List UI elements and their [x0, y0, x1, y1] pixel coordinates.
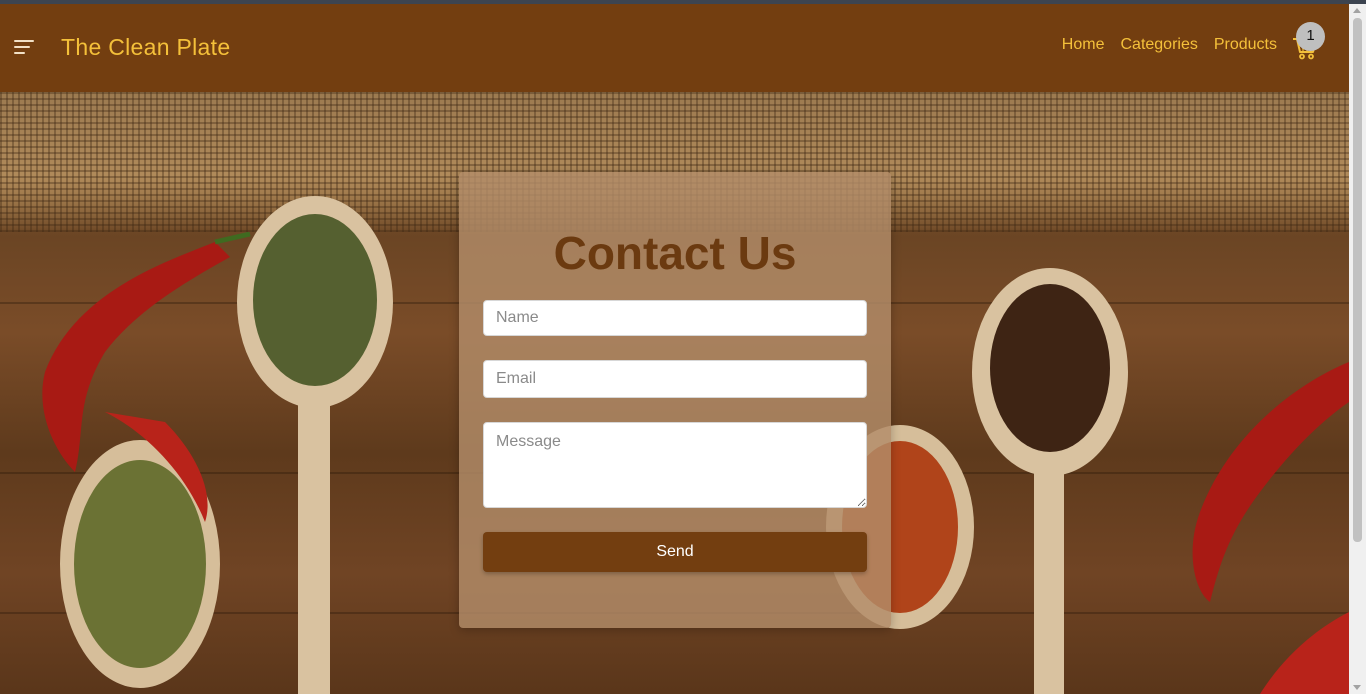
- scroll-down-arrow-icon[interactable]: [1353, 685, 1361, 690]
- scrollbar-thumb[interactable]: [1353, 18, 1362, 542]
- nav-link-home[interactable]: Home: [1062, 36, 1105, 54]
- chili-pepper-left-image: [42, 232, 251, 522]
- cart-count-badge: 1: [1296, 22, 1325, 51]
- send-button[interactable]: Send: [483, 532, 867, 572]
- contact-form-card: Contact Us Send: [459, 172, 891, 628]
- brand-title[interactable]: The Clean Plate: [61, 34, 230, 61]
- spoon-herbs-image: [237, 196, 393, 694]
- navbar: The Clean Plate Home Categories Products: [0, 4, 1349, 92]
- name-field[interactable]: [483, 300, 867, 336]
- scroll-up-arrow-icon[interactable]: [1353, 8, 1361, 13]
- chili-pepper-right-image: [1192, 362, 1349, 694]
- message-field[interactable]: [483, 422, 867, 508]
- contact-title: Contact Us: [553, 227, 797, 279]
- spoon-cloves-image: [972, 268, 1128, 694]
- nav-link-products[interactable]: Products: [1214, 36, 1277, 54]
- hero-background: Contact Us Send: [0, 92, 1349, 694]
- nav-links: Home Categories Products: [1062, 36, 1277, 54]
- page-scrollbar[interactable]: [1349, 4, 1366, 694]
- email-field[interactable]: [483, 360, 867, 398]
- nav-link-categories[interactable]: Categories: [1120, 36, 1197, 54]
- hamburger-menu-icon[interactable]: [14, 40, 34, 56]
